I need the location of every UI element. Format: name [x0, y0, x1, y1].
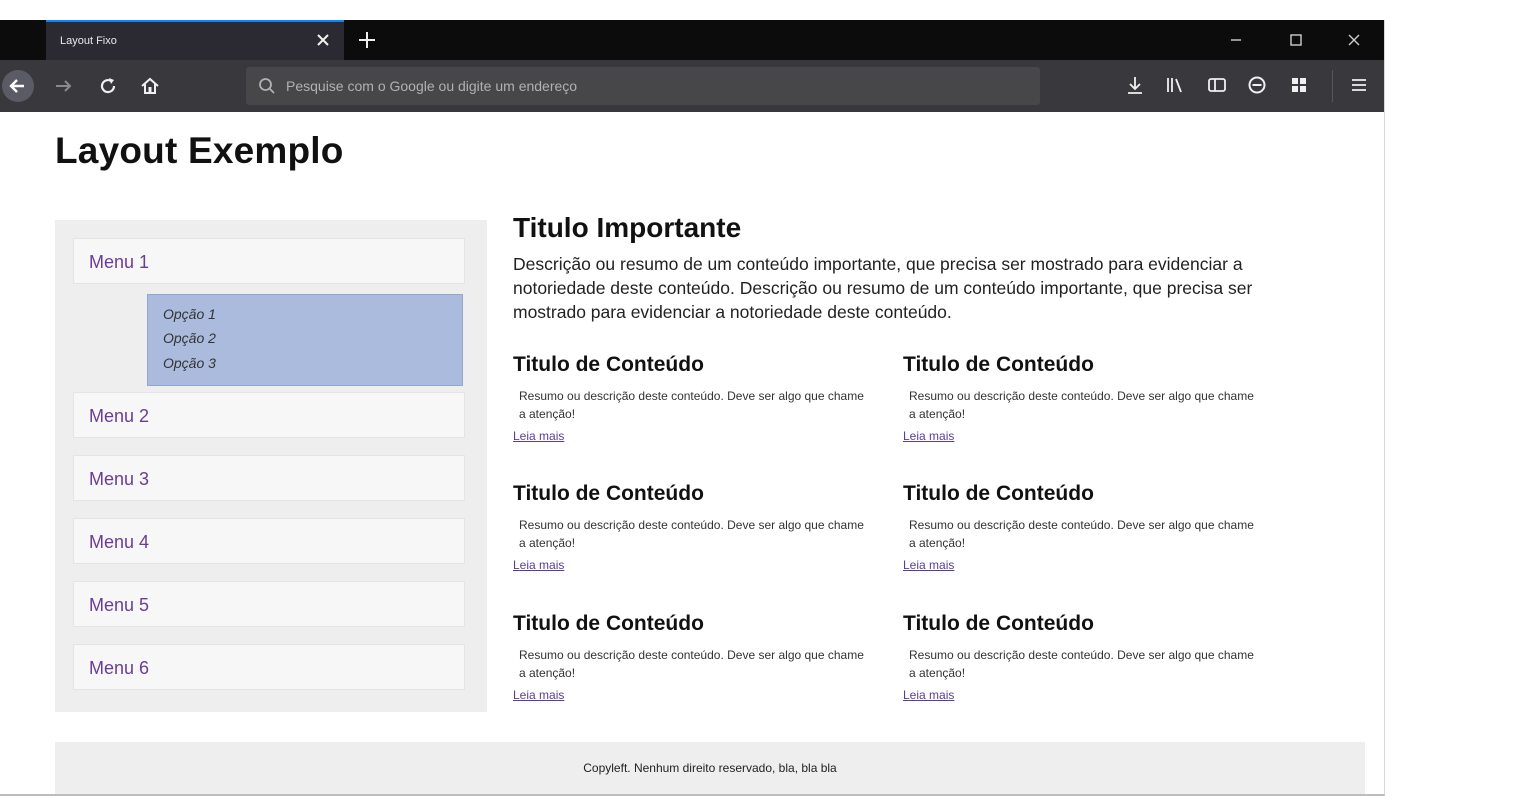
- card-description: Resumo ou descrição deste conteúdo. Deve…: [519, 389, 864, 421]
- card-title: Titulo de Conteúdo: [513, 482, 704, 505]
- card-title: Titulo de Conteúdo: [513, 353, 704, 376]
- close-icon[interactable]: [314, 31, 332, 49]
- content-card: Titulo de Conteúdo Resumo ou descrição d…: [513, 612, 873, 712]
- menu-item-5[interactable]: Menu 5: [73, 581, 465, 627]
- submenu-option-2[interactable]: Opção 2: [163, 330, 216, 346]
- browser-window: Layout Fixo Pesquise com o Google ou dig…: [0, 20, 1385, 796]
- window-close-icon[interactable]: [1344, 30, 1364, 50]
- hamburger-menu-icon[interactable]: [1348, 74, 1370, 96]
- menu-label: Menu 2: [89, 406, 150, 426]
- toolbar-separator: [1332, 70, 1333, 102]
- arrow-right-icon[interactable]: [52, 74, 76, 98]
- read-more-link[interactable]: Leia mais: [513, 688, 564, 702]
- submenu-option-3[interactable]: Opção 3: [163, 355, 216, 371]
- sidebar-icon[interactable]: [1206, 74, 1228, 96]
- tab-bar: Layout Fixo: [0, 20, 1384, 60]
- read-more-link[interactable]: Leia mais: [903, 558, 954, 572]
- minimize-icon[interactable]: [1226, 30, 1246, 50]
- menu-label: Menu 4: [89, 532, 150, 552]
- content-card: Titulo de Conteúdo Resumo ou descrição d…: [513, 353, 873, 453]
- card-description: Resumo ou descrição deste conteúdo. Deve…: [909, 648, 1254, 680]
- maximize-icon[interactable]: [1286, 30, 1306, 50]
- read-more-link[interactable]: Leia mais: [903, 429, 954, 443]
- read-more-link[interactable]: Leia mais: [513, 558, 564, 572]
- read-more-link[interactable]: Leia mais: [513, 429, 564, 443]
- menu-label: Menu 3: [89, 469, 150, 489]
- menu-item-1[interactable]: Menu 1: [73, 238, 465, 284]
- card-title: Titulo de Conteúdo: [903, 612, 1094, 635]
- menu-label: Menu 1: [89, 252, 150, 272]
- menu-item-4[interactable]: Menu 4: [73, 518, 465, 564]
- home-icon[interactable]: [138, 74, 162, 98]
- card-description: Resumo ou descrição deste conteúdo. Deve…: [519, 518, 864, 550]
- menu-item-3[interactable]: Menu 3: [73, 455, 465, 501]
- navigation-toolbar: [0, 60, 1384, 112]
- footer-text: Copyleft. Nenhum direito reservado, bla,…: [583, 761, 837, 775]
- account-icon[interactable]: [1246, 74, 1268, 96]
- content-card: Titulo de Conteúdo Resumo ou descrição d…: [903, 353, 1263, 453]
- download-icon[interactable]: [1124, 74, 1146, 96]
- page-viewport: Layout Exemplo Menu 1 Opção 1 Opção 2 Op…: [0, 112, 1384, 794]
- arrow-left-icon[interactable]: [2, 70, 34, 102]
- address-input[interactable]: [286, 67, 1026, 105]
- content-card: Titulo de Conteúdo Resumo ou descrição d…: [903, 482, 1263, 582]
- page-title: Layout Exemplo: [55, 130, 344, 171]
- sidebar: Menu 1 Opção 1 Opção 2 Opção 3 Menu 2 Me…: [55, 220, 487, 712]
- footer: Copyleft. Nenhum direito reservado, bla,…: [55, 742, 1365, 794]
- plus-icon[interactable]: [356, 29, 378, 51]
- card-title: Titulo de Conteúdo: [903, 353, 1094, 376]
- tab-active[interactable]: Layout Fixo: [46, 20, 344, 60]
- menu-label: Menu 5: [89, 595, 150, 615]
- main-description: Descrição ou resumo de um conteúdo impor…: [513, 254, 1253, 322]
- menu-item-2[interactable]: Menu 2: [73, 392, 465, 438]
- content-card: Titulo de Conteúdo Resumo ou descrição d…: [513, 482, 873, 582]
- card-title: Titulo de Conteúdo: [903, 482, 1094, 505]
- reload-icon[interactable]: [96, 74, 120, 98]
- main-title: Titulo Importante: [513, 212, 742, 243]
- search-icon: [258, 77, 276, 95]
- submenu: Opção 1 Opção 2 Opção 3: [147, 294, 463, 386]
- menu-item-6[interactable]: Menu 6: [73, 644, 465, 690]
- address-bar[interactable]: [246, 67, 1040, 105]
- submenu-option-1[interactable]: Opção 1: [163, 306, 216, 322]
- menu-label: Menu 6: [89, 658, 150, 678]
- extensions-icon[interactable]: [1288, 74, 1310, 96]
- card-description: Resumo ou descrição deste conteúdo. Deve…: [909, 389, 1254, 421]
- card-title: Titulo de Conteúdo: [513, 612, 704, 635]
- tab-title: Layout Fixo: [60, 35, 117, 47]
- read-more-link[interactable]: Leia mais: [903, 688, 954, 702]
- content-card: Titulo de Conteúdo Resumo ou descrição d…: [903, 612, 1263, 712]
- card-description: Resumo ou descrição deste conteúdo. Deve…: [909, 518, 1254, 550]
- library-icon[interactable]: [1164, 74, 1186, 96]
- card-description: Resumo ou descrição deste conteúdo. Deve…: [519, 648, 864, 680]
